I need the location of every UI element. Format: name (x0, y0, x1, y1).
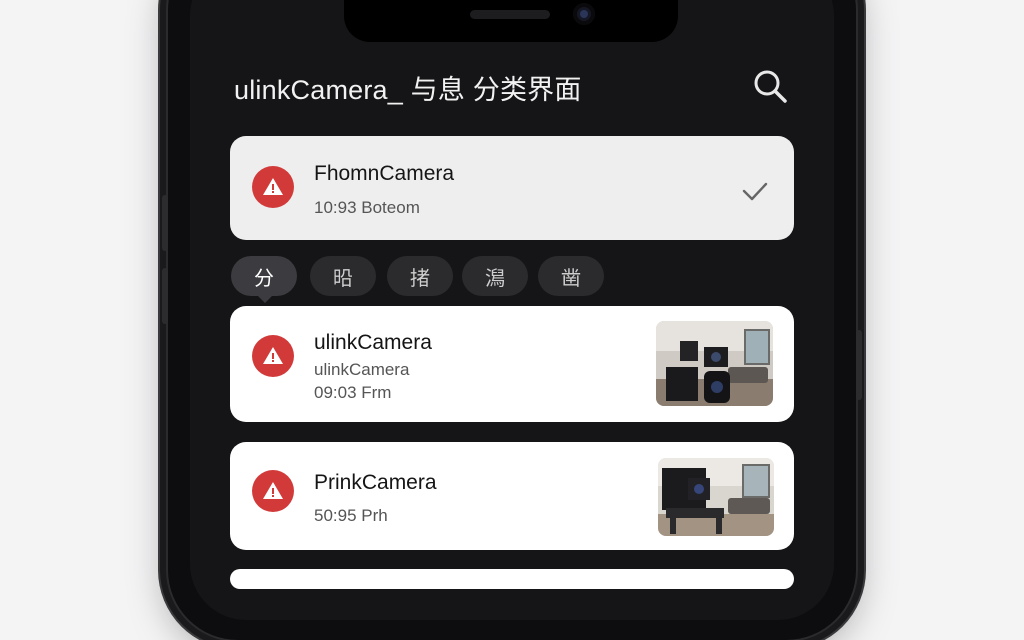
notification-time: 09:03 Frm (314, 383, 392, 402)
notification-time: 50:95 Prh (314, 506, 388, 525)
front-camera (573, 3, 595, 25)
pinned-title: FhomnCamera (314, 162, 455, 185)
notch (344, 0, 678, 42)
earpiece-speaker (470, 10, 550, 19)
power-button (856, 330, 862, 400)
pinned-subtitle: 10:93 Boteom (314, 198, 420, 217)
filter-chip-2[interactable]: 㨋 (387, 256, 453, 296)
filter-chip-3[interactable]: 澙 (462, 256, 528, 296)
filter-chip-0[interactable]: 分 (231, 256, 297, 296)
volume-down-button (162, 268, 168, 324)
active-filter-pointer (258, 296, 272, 303)
alert-icon (252, 166, 294, 208)
alert-icon (252, 335, 294, 377)
check-icon[interactable] (740, 176, 770, 206)
alert-icon (252, 470, 294, 512)
filter-chip-4[interactable]: 凿 (538, 256, 604, 296)
notification-title: ulinkCamera (314, 331, 432, 354)
search-icon[interactable] (750, 66, 790, 106)
page-title: ulinkCamera_ 与息 分类界面 (234, 75, 582, 105)
notification-line1: ulinkCamera (314, 360, 410, 379)
notification-title: PrinkCamera (314, 471, 437, 494)
notification-card-partial[interactable] (230, 569, 794, 589)
camera-thumbnail[interactable] (656, 321, 773, 406)
volume-up-button (162, 195, 168, 251)
pinned-notification-card[interactable] (230, 136, 794, 240)
camera-thumbnail[interactable] (658, 458, 774, 536)
filter-chip-1[interactable]: 㫟 (310, 256, 376, 296)
